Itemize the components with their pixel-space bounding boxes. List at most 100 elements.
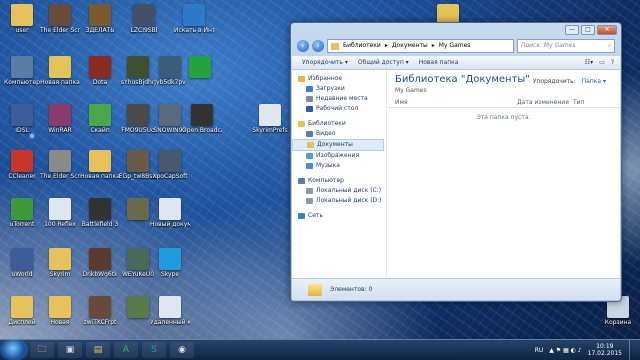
nav-item-icon <box>306 96 313 102</box>
forward-button[interactable]: › <box>312 40 324 52</box>
desktop-icon[interactable]: IDSL <box>2 104 42 134</box>
desktop-icon[interactable]: Новая папка <box>80 150 120 180</box>
desktop-icon[interactable]: XpoCapSoft <box>150 150 190 180</box>
organize-button[interactable]: Упорядочить ▾ <box>302 59 348 66</box>
nav-item[interactable]: Загрузки <box>292 84 386 94</box>
nav-item[interactable]: Рабочий стол <box>292 104 386 114</box>
desktop-icon-label: The Elder Scrolls <box>40 27 80 34</box>
clock-date: 17.02.2015 <box>587 350 622 357</box>
desktop-icon-label: zwiTKCFrpt <box>83 319 117 326</box>
taskbar-windows-explorer-icon[interactable]: 🗀 <box>30 342 54 358</box>
nav-item-icon <box>306 163 313 169</box>
minimize-button[interactable]: — <box>565 25 579 35</box>
address-bar[interactable]: Библиотеки ▸ Документы ▸ My Games <box>327 39 514 53</box>
folder-icon <box>308 283 322 296</box>
desktop-icon[interactable]: Новая папка <box>40 56 80 86</box>
desktop-icon[interactable]: Удаленный кабинет <box>150 296 190 326</box>
nav-item[interactable]: Изображения <box>292 151 386 161</box>
desktop-icon[interactable]: ЗДЕЛАТЬ <box>80 4 120 34</box>
tray-icons[interactable]: ▲ ⚑ ▦ ◐ ♪ <box>549 347 581 354</box>
nav-item-label: Недавние места <box>316 95 368 102</box>
nav-item[interactable]: Недавние места <box>292 94 386 104</box>
close-button[interactable]: ✕ <box>597 25 617 35</box>
share-button[interactable]: Общий доступ ▾ <box>358 59 409 66</box>
desktop-icon[interactable]: zwiTKCFrpt <box>80 296 120 326</box>
arrange-by[interactable]: Упорядочить: Папка ▾ <box>533 78 606 85</box>
breadcrumb-libraries[interactable]: Библиотеки <box>343 40 381 52</box>
taskbar-skype-icon[interactable]: S <box>142 342 166 358</box>
explorer-window[interactable]: — □ ✕ ‹ › Библиотеки ▸ Документы ▸ My Ga… <box>290 22 622 302</box>
desktop-icon[interactable]: uTorrent <box>2 198 42 228</box>
arrange-value[interactable]: Папка ▾ <box>582 78 606 85</box>
nav-item-label: Музыка <box>316 162 340 169</box>
start-button[interactable] <box>2 341 26 359</box>
desktop-icon[interactable]: Дисплей <box>2 296 42 326</box>
item-count: Элементов: 0 <box>330 286 373 293</box>
desktop-icon[interactable]: user <box>2 4 42 34</box>
desktop-icon[interactable]: Скайп <box>80 104 120 134</box>
clock[interactable]: 10:19 17.02.2015 <box>588 343 622 357</box>
desktop-icon[interactable]: Skype <box>150 248 190 278</box>
nav-item[interactable]: Локальный диск (C:) <box>292 186 386 196</box>
view-options-icon[interactable]: ☷▾ <box>585 59 593 66</box>
taskbar-green-app-icon[interactable]: A <box>114 342 138 358</box>
new-folder-button[interactable]: Новая папка <box>419 59 459 66</box>
column-type[interactable]: Тип <box>573 99 585 106</box>
desktop-icon[interactable]: The Elder Scrolls V Skyrim <box>40 150 80 180</box>
column-date[interactable]: Дата изменения <box>517 99 569 106</box>
help-icon[interactable]: ? <box>611 59 614 66</box>
taskbar-media-icon[interactable]: ▣ <box>58 342 82 358</box>
app-icon <box>127 150 149 172</box>
nav-item[interactable]: Библиотеки <box>292 119 386 129</box>
desktop-icon[interactable]: Искать в Интернете <box>174 4 214 34</box>
desktop-icon[interactable] <box>180 56 220 79</box>
nav-item[interactable]: Компьютер <box>292 176 386 186</box>
desktop-icon[interactable]: Skyrim <box>40 248 80 278</box>
app-icon <box>49 248 71 270</box>
desktop-icon[interactable]: The Elder Scrolls <box>40 4 80 34</box>
desktop-icon[interactable]: 100 Reflex <box>40 198 80 228</box>
desktop-icon[interactable]: Dota <box>80 56 120 86</box>
folder-icon <box>331 42 339 50</box>
desktop-icon-label: LZCI9SBl <box>130 27 158 34</box>
desktop-icon[interactable]: Новая <box>40 296 80 326</box>
breadcrumb-documents[interactable]: Документы <box>392 40 428 52</box>
maximize-button[interactable]: □ <box>581 25 595 35</box>
desktop-icon[interactable]: uWorld <box>2 248 42 278</box>
toolbar: Упорядочить ▾ Общий доступ ▾ Новая папка… <box>292 56 620 70</box>
nav-item[interactable]: Видео <box>292 129 386 139</box>
nav-item[interactable]: Избранное <box>292 74 386 84</box>
nav-item[interactable]: Сеть <box>292 211 386 221</box>
app-icon <box>159 248 181 270</box>
desktop-icon[interactable]: Новый документ <box>150 198 190 228</box>
nav-item-icon <box>298 121 305 127</box>
taskbar-obs-icon[interactable]: ◉ <box>170 342 194 358</box>
app-icon <box>49 4 71 26</box>
show-desktop-button[interactable] <box>629 340 640 360</box>
taskbar-notepad-icon[interactable]: ▤ <box>86 342 110 358</box>
column-name[interactable]: Имя <box>395 99 408 106</box>
nav-item[interactable]: Музыка <box>292 161 386 171</box>
back-button[interactable]: ‹ <box>297 40 309 52</box>
app-icon <box>89 296 111 318</box>
desktop-icon[interactable]: Компьютер <box>2 56 42 86</box>
app-icon <box>127 296 149 318</box>
desktop-icon[interactable]: LZCI9SBl <box>124 4 164 34</box>
app-icon <box>11 198 33 220</box>
breadcrumb-mygames[interactable]: My Games <box>439 40 471 52</box>
preview-pane-icon[interactable]: ▭ <box>599 59 605 66</box>
desktop-icon[interactable]: Open Broadcaster <box>182 104 222 134</box>
desktop-icon[interactable]: WinRAR <box>40 104 80 134</box>
desktop-icon[interactable]: Battlefield 3 <box>80 198 120 228</box>
app-icon <box>49 150 71 172</box>
app-icon <box>159 104 181 126</box>
nav-item[interactable]: Документы <box>292 139 384 151</box>
search-input[interactable]: Поиск: My Games ⌕ <box>517 39 615 53</box>
language-indicator[interactable]: RU <box>535 347 544 354</box>
desktop-icon[interactable]: DnkbWg6tk <box>80 248 120 278</box>
desktop-icon[interactable]: SkyrimPrefs <box>250 104 290 134</box>
file-list[interactable]: Библиотека "Документы" My Games Упорядоч… <box>387 70 620 279</box>
nav-item[interactable]: Локальный диск (D:) <box>292 196 386 206</box>
desktop-icon[interactable]: CCleaner <box>2 150 42 180</box>
app-icon <box>159 296 181 318</box>
